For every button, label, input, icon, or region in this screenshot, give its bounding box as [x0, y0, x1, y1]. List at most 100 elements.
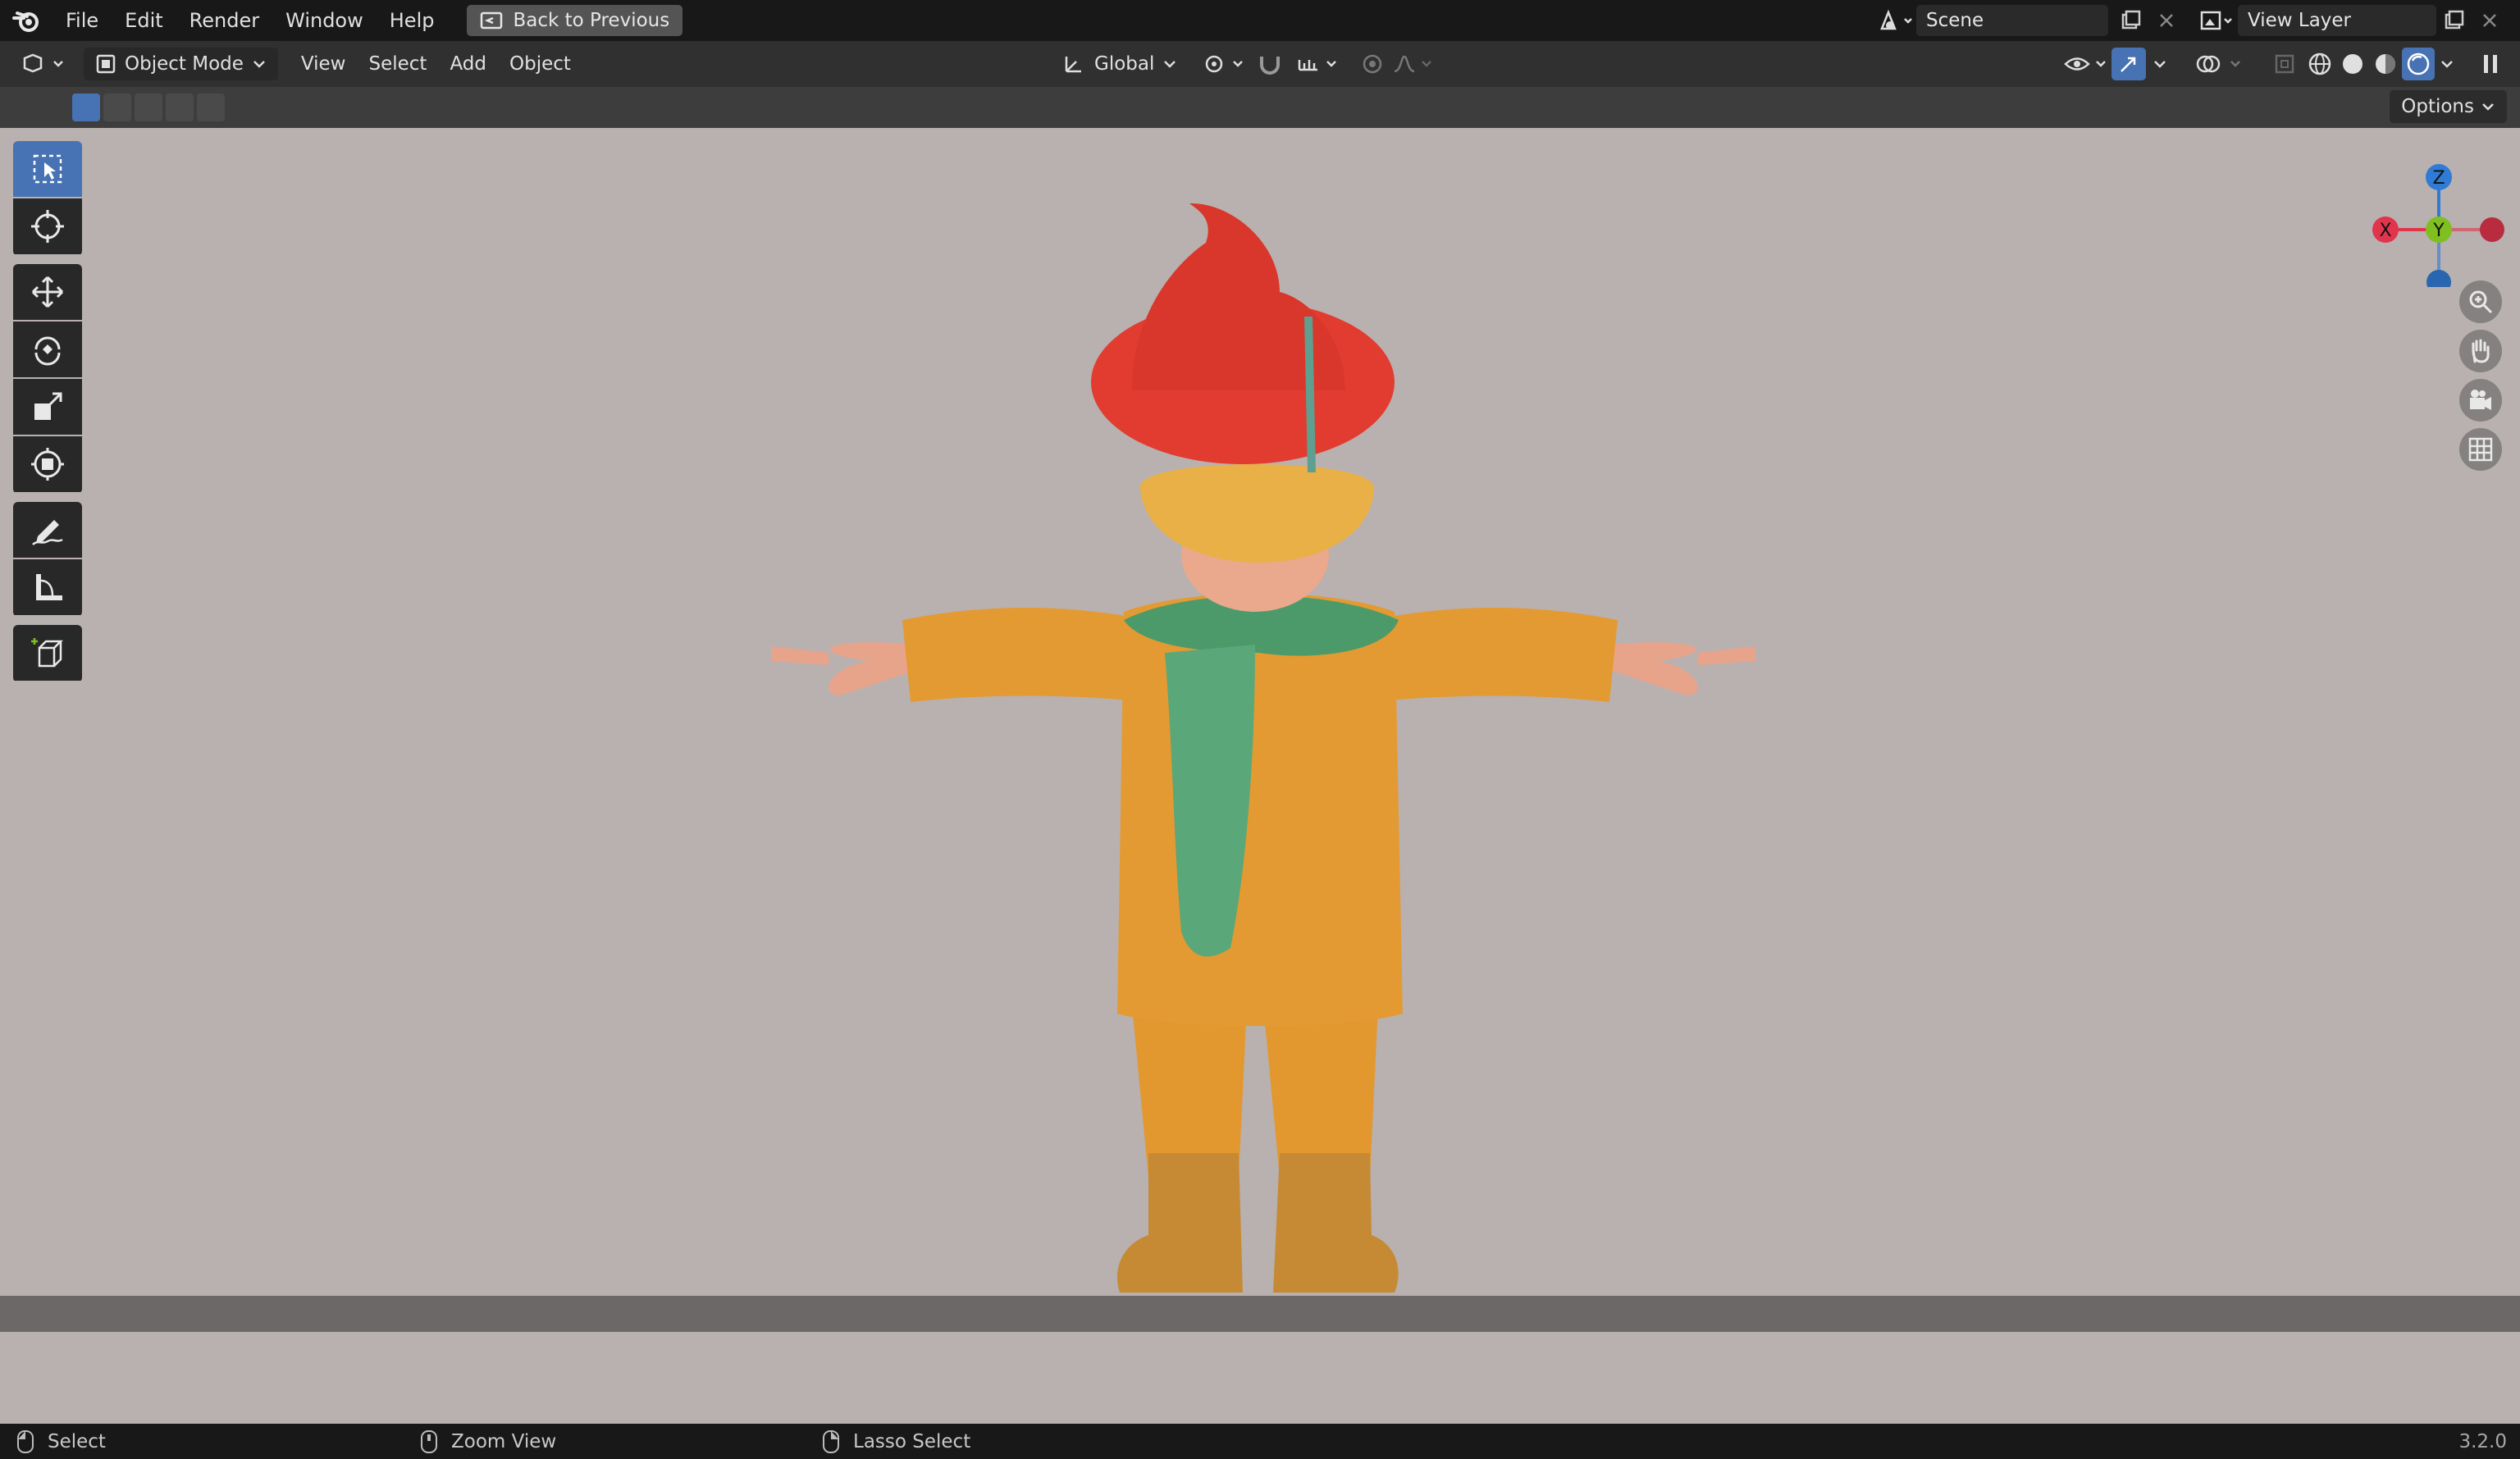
tool-group-transform [13, 264, 82, 494]
tool-group-add [13, 625, 82, 682]
select-invert-icon[interactable] [166, 93, 194, 121]
select-extend-icon[interactable] [103, 93, 131, 121]
tool-group-annotate [13, 502, 82, 617]
tool-scale[interactable] [13, 379, 82, 435]
camera-icon [2470, 390, 2491, 410]
rendered-sphere-icon [2407, 52, 2430, 75]
proportional-falloff-dropdown[interactable] [1380, 48, 1449, 80]
shading-rendered-button[interactable] [2402, 48, 2435, 80]
mouse-middle-icon [421, 1429, 437, 1453]
scale-icon [34, 392, 62, 420]
new-view-layer-icon[interactable] [2443, 10, 2464, 31]
transform-orientation-dropdown[interactable]: Global [1050, 48, 1189, 80]
shading-options-dropdown[interactable] [2436, 48, 2458, 80]
pencil-icon [32, 520, 63, 545]
menu-edit[interactable]: Edit [112, 0, 176, 41]
scene-name-field[interactable]: Scene [1916, 5, 2108, 36]
view-layer-name-field[interactable]: View Layer [2238, 5, 2436, 36]
pivot-icon [1205, 55, 1243, 73]
axis-neg-z-handle[interactable] [2426, 270, 2451, 287]
zoom-icon [2469, 290, 2493, 314]
transform-icon [31, 448, 64, 481]
chevron-down-icon [2441, 61, 2453, 68]
menu-object[interactable]: Object [498, 48, 582, 80]
new-scene-icon[interactable] [2120, 10, 2141, 31]
status-zoom-hint: Zoom View [420, 1429, 556, 1454]
select-subtract-icon[interactable] [135, 93, 162, 121]
tool-select-box[interactable] [13, 141, 82, 197]
snap-target-dropdown[interactable] [1285, 48, 1354, 80]
gizmo-arrow-icon [2121, 57, 2136, 72]
blender-logo-icon[interactable] [0, 0, 52, 41]
select-intersect-icon[interactable] [197, 93, 225, 121]
tool-add-cube[interactable] [13, 625, 82, 681]
tool-move[interactable] [13, 264, 82, 320]
falloff-curve-icon [1394, 55, 1431, 73]
delete-scene-icon[interactable] [2156, 10, 2177, 31]
back-to-previous-label: Back to Previous [513, 10, 670, 31]
grid-icon [2468, 437, 2493, 462]
gizmo-dropdown[interactable] [2148, 48, 2172, 80]
zoom-view-button[interactable] [2459, 280, 2502, 323]
tool-measure[interactable] [13, 559, 82, 615]
ruler-icon [36, 574, 62, 600]
cursor-icon [31, 210, 64, 243]
axis-y-label: Y [2432, 221, 2445, 241]
navigation-gizmo[interactable]: Z X Y [2369, 148, 2509, 287]
select-new-icon[interactable] [72, 93, 100, 121]
orientation-axis-icon [1065, 57, 1081, 73]
xray-icon [2275, 54, 2294, 74]
ortho-toggle-button[interactable] [2459, 428, 2502, 471]
menu-window[interactable]: Window [272, 0, 377, 41]
editor-type-button[interactable] [10, 48, 77, 80]
object-mode-dropdown[interactable]: Object Mode [84, 48, 278, 80]
3d-viewport[interactable]: Z X Y [0, 128, 2520, 1424]
pause-render-button[interactable] [2474, 48, 2507, 80]
pan-view-button[interactable] [2459, 330, 2502, 372]
view-layer-icon [2200, 11, 2232, 30]
snap-increment-icon [1298, 60, 1336, 71]
status-select-hint: Select [16, 1429, 106, 1454]
menu-file[interactable]: File [52, 0, 112, 41]
viewport-header: Object Mode View Select Add Object Globa… [0, 41, 2520, 87]
camera-view-button[interactable] [2459, 379, 2502, 422]
menu-help[interactable]: Help [377, 0, 448, 41]
options-dropdown[interactable]: Options [2390, 90, 2507, 123]
chevron-down-icon [2482, 103, 2494, 111]
menu-render[interactable]: Render [176, 0, 272, 41]
menu-view[interactable]: View [290, 48, 358, 80]
delete-view-layer-icon[interactable] [2479, 10, 2500, 31]
shading-material-button[interactable] [2369, 48, 2402, 80]
tool-header [0, 87, 2520, 128]
tool-shelf [13, 141, 82, 691]
menu-add[interactable]: Add [438, 48, 498, 80]
solid-sphere-icon [2343, 54, 2362, 74]
3d-viewport-icon [23, 53, 63, 73]
move-icon [31, 276, 64, 308]
tool-transform[interactable] [13, 436, 82, 492]
tool-group-select [13, 141, 82, 256]
tool-rotate[interactable] [13, 321, 82, 377]
screen-back-icon [481, 11, 503, 30]
shading-solid-button[interactable] [2336, 48, 2369, 80]
shading-wireframe-button[interactable] [2303, 48, 2336, 80]
overlays-toggle[interactable] [2184, 48, 2259, 80]
view-layer-selector[interactable]: View Layer [2194, 5, 2436, 36]
back-to-previous-button[interactable]: Back to Previous [467, 5, 683, 36]
options-label: Options [2401, 96, 2474, 117]
magnet-icon [1260, 57, 1280, 75]
scene-selector[interactable]: Scene [1870, 5, 2108, 36]
tool-annotate[interactable] [13, 502, 82, 558]
tool-cursor[interactable] [13, 198, 82, 254]
character-model[interactable] [0, 128, 2520, 1424]
gizmo-toggle[interactable] [2111, 48, 2146, 80]
pause-icon [2484, 55, 2497, 73]
selection-mode-group [72, 93, 225, 121]
xray-toggle[interactable] [2262, 48, 2307, 80]
axis-neg-x-handle[interactable] [2480, 217, 2504, 242]
menu-select[interactable]: Select [357, 48, 438, 80]
wireframe-sphere-icon [2308, 52, 2331, 75]
status-select-label: Select [48, 1430, 106, 1452]
object-mode-icon [96, 54, 116, 74]
status-zoom-label: Zoom View [451, 1430, 557, 1452]
